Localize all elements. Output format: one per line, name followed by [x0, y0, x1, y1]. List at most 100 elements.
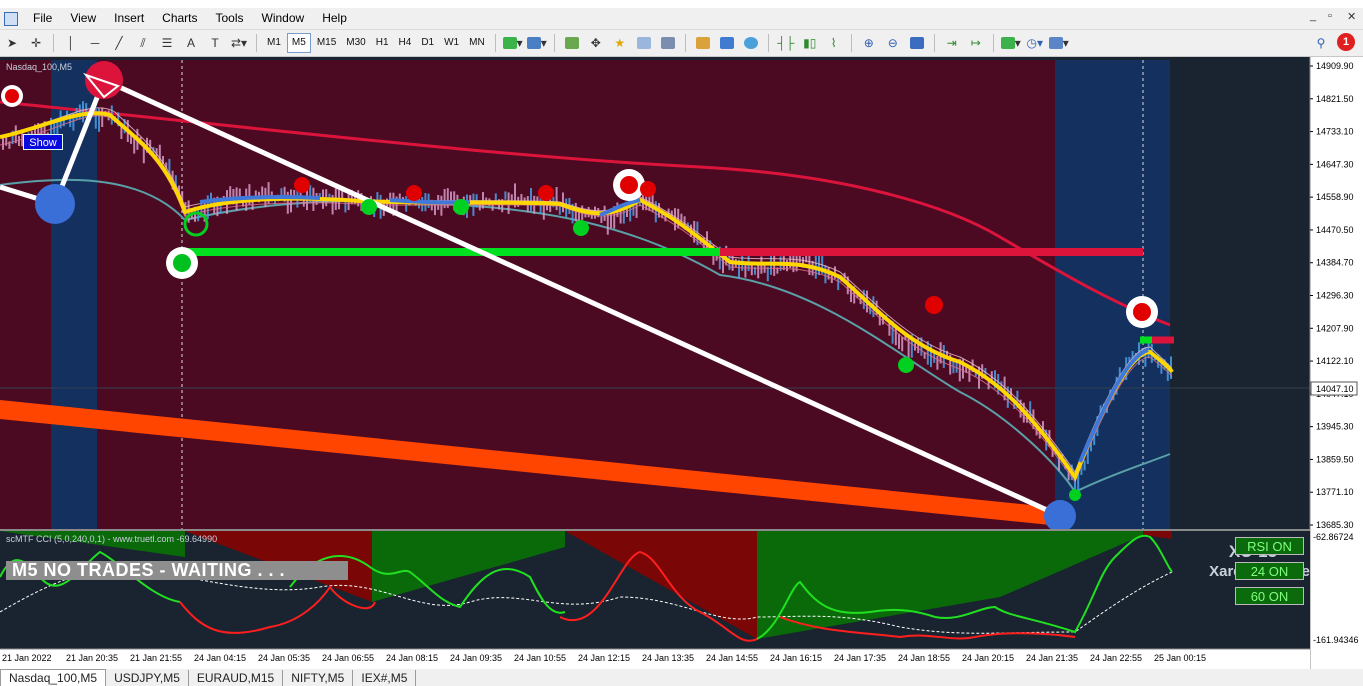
new-order-icon[interactable] — [693, 33, 713, 53]
time-tick-label: 24 Jan 13:35 — [642, 653, 694, 663]
price-tick-label: 14296.30 — [1316, 291, 1354, 301]
menu-insert[interactable]: Insert — [105, 8, 153, 29]
buy-dot — [453, 199, 469, 215]
market-watch-icon[interactable] — [562, 33, 582, 53]
window-titlebar — [0, 0, 1363, 8]
profiles-icon[interactable]: ▾ — [526, 33, 547, 53]
timeframe-m5[interactable]: M5 — [286, 33, 311, 53]
price-tick-label: 14558.90 — [1316, 192, 1354, 202]
arrows-icon[interactable]: ⇄▾ — [229, 33, 249, 53]
timeframe-m15[interactable]: M15 — [313, 33, 340, 53]
menu-window[interactable]: Window — [253, 8, 314, 29]
minimize-button[interactable]: _ — [1310, 10, 1316, 22]
app-icon — [4, 11, 18, 26]
timeframe-h4[interactable]: H4 — [395, 33, 416, 53]
fibonacci-icon[interactable]: ☰ — [157, 33, 177, 53]
price-candle — [898, 333, 900, 349]
navigator-icon[interactable]: ✥ — [586, 33, 606, 53]
sell-dot — [1133, 303, 1151, 321]
trendline-icon[interactable]: ╱ — [109, 33, 129, 53]
period-60-toggle-button[interactable]: 60 ON — [1235, 587, 1304, 605]
timeframe-d1[interactable]: D1 — [417, 33, 438, 53]
show-button[interactable]: Show — [23, 134, 63, 150]
price-candle — [824, 265, 827, 284]
periods-icon[interactable]: ◷▾ — [1025, 33, 1045, 53]
text-label-icon[interactable]: T — [205, 33, 225, 53]
channel-icon[interactable]: ⫽ — [133, 33, 153, 53]
price-candle — [766, 266, 769, 282]
close-button[interactable]: ✕ — [1347, 10, 1356, 23]
time-tick-label: 24 Jan 17:35 — [834, 653, 886, 663]
price-candle — [530, 188, 532, 212]
new-chart-icon[interactable]: ▾ — [502, 33, 523, 53]
horizontal-line-icon[interactable]: ─ — [85, 33, 105, 53]
toolbar-separator — [53, 34, 54, 52]
chart-tab-nifty[interactable]: NIFTY,M5 — [283, 670, 354, 686]
rsi-toggle-button[interactable]: RSI ON — [1235, 537, 1304, 555]
zoom-in-icon[interactable]: ⊕ — [859, 33, 879, 53]
tile-windows-icon[interactable] — [907, 33, 927, 53]
crosshair-icon[interactable]: ✛ — [26, 33, 46, 53]
timeframe-m1[interactable]: M1 — [263, 33, 285, 53]
search-icon[interactable]: ⚲ — [1311, 33, 1331, 53]
line-chart-icon[interactable]: ⌇ — [824, 33, 844, 53]
timeframe-h1[interactable]: H1 — [372, 33, 393, 53]
time-tick-label: 24 Jan 22:55 — [1090, 653, 1142, 663]
autoscroll-icon[interactable]: ↦ — [966, 33, 986, 53]
favorites-icon[interactable]: ★ — [610, 33, 630, 53]
toolbar-separator — [992, 34, 994, 52]
price-candle — [18, 135, 20, 146]
templates-icon[interactable]: ▾ — [1048, 33, 1069, 53]
price-tick-labels: 14909.90 14821.50 14733.10 14647.30 14558.90… — [1310, 61, 1354, 530]
chart-tab-usdjpy[interactable]: USDJPY,M5 — [106, 670, 189, 686]
chart-window[interactable]: Nasdaq_100,M5 14909.90 14821.50 14733.10 14… — [0, 57, 1363, 669]
timeframe-mn[interactable]: MN — [465, 33, 489, 53]
chart-tab-nasdaq[interactable]: Nasdaq_100,M5 — [0, 669, 107, 686]
time-tick-label: 24 Jan 12:15 — [578, 653, 630, 663]
toolbar-separator — [850, 34, 852, 52]
vertical-line-icon[interactable]: │ — [61, 33, 81, 53]
price-tick-label: 14207.90 — [1316, 323, 1354, 333]
meta-editor-icon[interactable] — [717, 33, 737, 53]
bar-chart-icon[interactable]: ┤├ — [776, 33, 796, 53]
cursor-icon[interactable]: ➤ — [2, 33, 22, 53]
timeframe-m30[interactable]: M30 — [342, 33, 369, 53]
period-24-toggle-button[interactable]: 24 ON — [1235, 562, 1304, 580]
price-candle — [82, 101, 84, 123]
indicators-icon[interactable]: ▾ — [1000, 33, 1021, 53]
menu-view[interactable]: View — [61, 8, 105, 29]
chart-tab-euraud[interactable]: EURAUD,M15 — [189, 670, 284, 686]
buy-dot — [573, 220, 589, 236]
toolbar-separator — [553, 34, 555, 52]
terminal-icon[interactable] — [634, 33, 654, 53]
restore-button[interactable]: ▫ — [1328, 10, 1332, 22]
price-candle — [978, 366, 980, 389]
timeframe-w1[interactable]: W1 — [440, 33, 463, 53]
price-candle — [936, 356, 939, 370]
candlestick-icon[interactable]: ▮▯ — [800, 33, 820, 53]
menu-help[interactable]: Help — [313, 8, 356, 29]
autotrading-icon[interactable] — [741, 33, 761, 53]
zoom-out-icon[interactable]: ⊖ — [883, 33, 903, 53]
price-candle — [555, 187, 558, 211]
menu-charts[interactable]: Charts — [153, 8, 206, 29]
sell-dot — [925, 296, 943, 314]
price-candle — [510, 194, 513, 201]
menu-tools[interactable]: Tools — [207, 8, 253, 29]
strategy-tester-icon[interactable] — [658, 33, 678, 53]
toolbar-separator — [494, 34, 496, 52]
price-tick-label: 14733.10 — [1316, 127, 1354, 137]
text-icon[interactable]: A — [181, 33, 201, 53]
chart-tab-iex[interactable]: IEX#,M5 — [353, 670, 417, 686]
price-tick-label: 13945.30 — [1316, 422, 1354, 432]
time-tick-label: 25 Jan 00:15 — [1154, 653, 1206, 663]
menu-file[interactable]: File — [24, 8, 61, 29]
time-tick-label: 24 Jan 05:35 — [258, 653, 310, 663]
toolbar-separator — [684, 34, 686, 52]
notification-badge[interactable]: 1 — [1337, 33, 1355, 51]
sell-dot — [294, 177, 310, 193]
status-banner: M5 NO TRADES - WAITING . . . — [6, 561, 348, 580]
price-candle — [290, 189, 292, 213]
chart-shift-icon[interactable]: ⇥ — [942, 33, 962, 53]
sell-dot — [620, 176, 638, 194]
